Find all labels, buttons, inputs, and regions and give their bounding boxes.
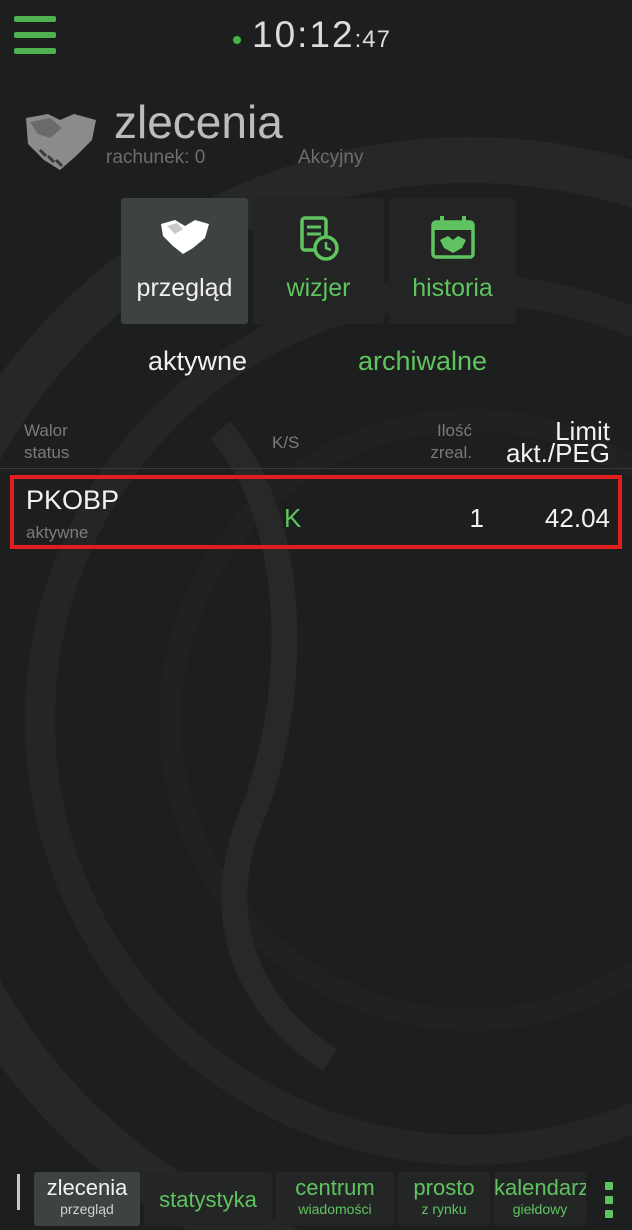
more-vertical-icon[interactable] [602,1174,616,1224]
tile-przeglad-label: przegląd [136,274,233,302]
row-status: aktywne [26,523,89,542]
row-limit: 42.04 [544,503,610,533]
nav-prosto-label: prosto [413,1175,475,1200]
tile-wizjer[interactable]: wizjer [253,198,384,324]
column-header-ilosc: Ilość zreal. [430,420,472,464]
document-clock-icon [299,216,339,261]
connection-status-dot [233,36,241,44]
nav-zlecenia[interactable]: zlecenia przegląd [34,1172,140,1226]
nav-zlecenia-sublabel: przegląd [60,1201,114,1217]
account-number: rachunek: 0 [106,147,206,168]
calendar-icon [430,216,475,259]
row-quantity: 1 [469,503,484,533]
column-header-walor-label: Walor [24,421,68,440]
nav-statystyka-label: statystyka [159,1187,257,1212]
column-header-ilosc-label: Ilość [437,421,472,440]
background-decoration [0,137,632,1230]
tile-przeglad[interactable]: przegląd [121,198,248,324]
nav-kalendarz[interactable]: kalendarz giełdowy [494,1172,586,1226]
clock-hours-minutes: 10:12 [252,14,355,55]
nav-scroll-indicator [17,1174,20,1210]
nav-kalendarz-label: kalendarz [494,1175,586,1200]
column-header-walor: Walor status [24,420,69,464]
page-title: zlecenia [114,96,283,148]
clock: 10:12:47 [252,14,391,56]
nav-prosto[interactable]: prosto z rynku [398,1172,490,1226]
hamburger-menu-icon[interactable] [14,16,56,56]
column-header-limit: Limit akt./PEG [505,418,610,468]
tile-historia-label: historia [412,274,493,302]
tile-wizjer-label: wizjer [286,274,351,302]
nav-zlecenia-label: zlecenia [46,1175,128,1200]
column-header-ks: K/S [272,433,300,452]
top-bar: 10:12:47 [0,0,632,80]
nav-centrum-sublabel: wiadomości [298,1201,372,1217]
account-type: Akcyjny [298,147,364,168]
bottom-nav: zlecenia przegląd statystyka centrum wia… [0,1168,632,1230]
table-header-divider [0,468,632,469]
tab-archiwalne[interactable]: archiwalne [358,346,487,377]
tile-historia[interactable]: historia [389,198,516,324]
tab-aktywne[interactable]: aktywne [148,346,247,377]
column-header-zreal-label: zreal. [430,443,472,462]
row-ks: K [284,503,302,533]
handshake-icon [26,114,96,170]
clock-seconds: :47 [354,26,391,53]
handshake-icon [160,220,209,254]
row-walor: PKOBP [26,485,120,515]
nav-kalendarz-sublabel: giełdowy [512,1201,568,1217]
nav-centrum[interactable]: centrum wiadomości [276,1172,394,1226]
nav-statystyka[interactable]: statystyka [144,1172,272,1226]
column-header-akt-label: akt./PEG [505,438,610,468]
nav-prosto-sublabel: z rynku [421,1201,467,1217]
table-row[interactable]: PKOBP aktywne K 1 42.04 [10,475,622,549]
nav-centrum-label: centrum [295,1175,375,1200]
column-header-status-label: status [24,443,70,462]
